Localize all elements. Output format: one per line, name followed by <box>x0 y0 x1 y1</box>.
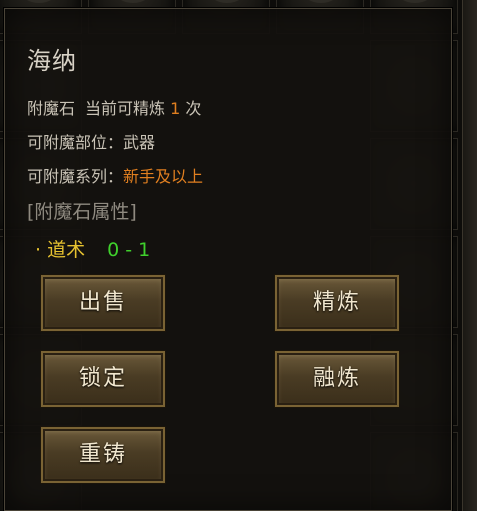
item-type-label: 附魔石 <box>27 99 76 118</box>
attribute-row: · 道术 0 - 1 <box>35 235 150 262</box>
slot-line: 可附魔部位：武器 <box>27 129 155 153</box>
slot-value: 武器 <box>123 133 156 152</box>
sell-button[interactable]: 出售 <box>41 275 165 331</box>
slot-emblem-icon <box>113 0 153 3</box>
game-screen: 海纳 附魔石 当前可精炼 1 次 可附魔部位：武器 可附魔系列：新手及以上 [附魔… <box>0 0 477 511</box>
series-value: 新手及以上 <box>123 167 204 186</box>
item-name: 海纳 <box>27 47 77 75</box>
series-label: 可附魔系列： <box>27 167 124 186</box>
attribute-value: 0 - 1 <box>107 239 151 261</box>
side-panel-edge <box>462 0 477 511</box>
slot-emblem-icon <box>207 0 247 3</box>
lock-button[interactable]: 锁定 <box>41 351 165 407</box>
attribute-name: 道术 <box>47 239 86 261</box>
slot-emblem-icon <box>19 0 59 3</box>
slot-emblem-icon <box>395 0 435 3</box>
item-type-line: 附魔石 当前可精炼 1 次 <box>27 95 201 119</box>
recast-button[interactable]: 重铸 <box>41 427 165 483</box>
refine-prefix: 当前可精炼 <box>85 99 166 118</box>
refine-count: 1 <box>170 99 181 118</box>
slot-label: 可附魔部位： <box>27 133 124 152</box>
item-tooltip-panel: 海纳 附魔石 当前可精炼 1 次 可附魔部位：武器 可附魔系列：新手及以上 [附魔… <box>4 8 452 511</box>
attributes-header: [附魔石属性] <box>27 201 137 223</box>
bullet-icon: · <box>35 239 42 261</box>
fuse-button[interactable]: 融炼 <box>275 351 399 407</box>
series-line: 可附魔系列：新手及以上 <box>27 163 203 187</box>
refine-button[interactable]: 精炼 <box>275 275 399 331</box>
refine-suffix: 次 <box>185 99 202 118</box>
slot-emblem-icon <box>301 0 341 3</box>
